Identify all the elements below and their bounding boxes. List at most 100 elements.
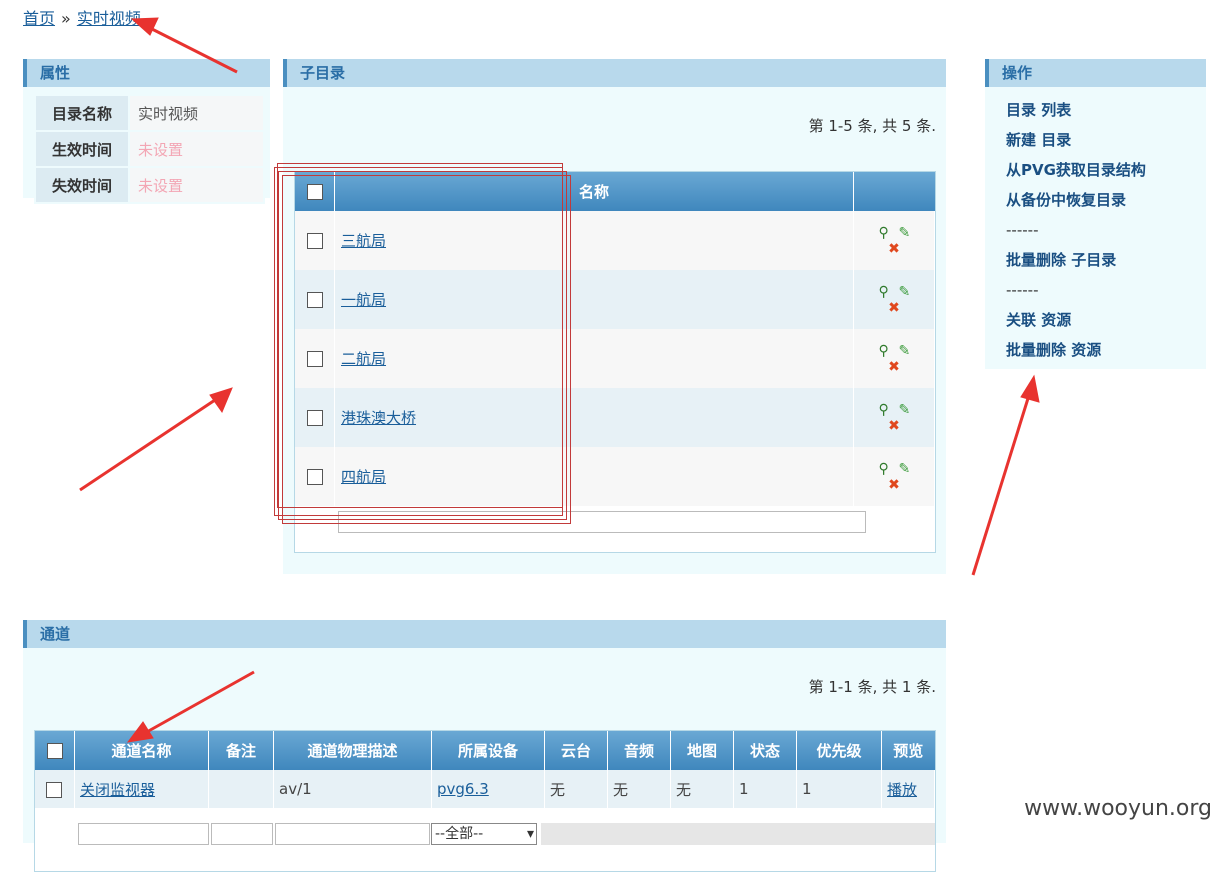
channel-name-link[interactable]: 关闭监视器 xyxy=(80,781,155,799)
column-header[interactable]: 所属设备 xyxy=(431,731,545,770)
properties-title: 属性 xyxy=(23,59,270,87)
edit-icon[interactable]: ✎ xyxy=(896,402,912,418)
property-row: 生效时间 未设置 xyxy=(34,130,265,168)
property-value: 未设置 xyxy=(128,130,265,168)
select-all-header xyxy=(295,172,335,211)
column-header[interactable]: 状态 xyxy=(733,731,797,770)
column-header[interactable]: 通道物理描述 xyxy=(273,731,432,770)
delete-icon[interactable]: ✖ xyxy=(886,477,902,493)
channel-status: 1 xyxy=(733,770,797,808)
column-header[interactable]: 预览 xyxy=(881,731,935,770)
row-checkbox[interactable] xyxy=(306,410,323,426)
table-row: 二航局 ⚲ ✎ ✖ xyxy=(295,329,935,388)
subdirectory-link[interactable]: 三航局 xyxy=(341,232,386,250)
delete-icon[interactable]: ✖ xyxy=(886,300,902,316)
channel-map: 无 xyxy=(670,770,734,808)
view-icon[interactable]: ⚲ xyxy=(876,402,892,418)
channel-priority: 1 xyxy=(796,770,882,808)
channel-title: 通道 xyxy=(23,620,946,648)
view-icon[interactable]: ⚲ xyxy=(876,461,892,477)
channel-remark xyxy=(208,770,274,808)
property-key: 目录名称 xyxy=(34,94,130,132)
properties-table: 目录名称 实时视频 生效时间 未设置 失效时间 未设置 xyxy=(34,94,265,204)
select-all-checkbox[interactable] xyxy=(306,184,323,200)
channel-play-link[interactable]: 播放 xyxy=(887,781,917,799)
table-row: 关闭监视器 av/1 pvg6.3 无 无 无 1 1 播放 xyxy=(35,770,935,808)
breadcrumb-home-link[interactable]: 首页 xyxy=(23,9,55,28)
breadcrumb-current-link[interactable]: 实时视频 xyxy=(77,9,141,28)
channel-name-filter[interactable] xyxy=(78,823,209,845)
op-new-directory[interactable]: 新建 目录 xyxy=(1006,125,1206,155)
channel-grid: 通道名称 备注 通道物理描述 所属设备 云台 音频 地图 状态 优先级 预览 关… xyxy=(34,730,936,872)
operations-panel: 操作 目录 列表 新建 目录 从PVG获取目录结构 从备份中恢复目录 -----… xyxy=(985,59,1206,369)
column-header[interactable]: 通道名称 xyxy=(74,731,209,770)
breadcrumb: 首页 » 实时视频 xyxy=(23,5,141,29)
delete-icon[interactable]: ✖ xyxy=(886,359,902,375)
column-header[interactable]: 音频 xyxy=(607,731,671,770)
property-value: 未设置 xyxy=(128,166,265,204)
watermark: www.wooyun.org xyxy=(1024,796,1212,821)
row-checkbox[interactable] xyxy=(306,351,323,367)
actions-column-header xyxy=(853,172,935,211)
edit-icon[interactable]: ✎ xyxy=(896,461,912,477)
subdirectory-panel: 子目录 第 1-5 条, 共 5 条. 名称 三航局 ⚲ ✎ ✖ 一航局 ⚲ ✎ ✖ xyxy=(274,59,946,574)
subdirectory-link[interactable]: 四航局 xyxy=(341,468,386,486)
subdirectory-link[interactable]: 二航局 xyxy=(341,350,386,368)
property-key: 失效时间 xyxy=(34,166,130,204)
physical-desc-filter[interactable] xyxy=(275,823,430,845)
subdirectory-pager: 第 1-5 条, 共 5 条. xyxy=(808,117,936,135)
name-column-header[interactable]: 名称 xyxy=(334,172,854,211)
edit-icon[interactable]: ✎ xyxy=(896,225,912,241)
column-header[interactable]: 优先级 xyxy=(796,731,882,770)
channel-device-link[interactable]: pvg6.3 xyxy=(437,780,489,798)
op-restore-from-backup[interactable]: 从备份中恢复目录 xyxy=(1006,185,1206,215)
subdirectory-grid: 名称 三航局 ⚲ ✎ ✖ 一航局 ⚲ ✎ ✖ 二航局 ⚲ ✎ ✖ 港珠澳大桥 ⚲… xyxy=(294,171,936,553)
property-key: 生效时间 xyxy=(34,130,130,168)
op-fetch-pvg-structure[interactable]: 从PVG获取目录结构 xyxy=(1006,155,1206,185)
channel-ptz: 无 xyxy=(544,770,608,808)
edit-icon[interactable]: ✎ xyxy=(896,343,912,359)
channel-physical-desc: av/1 xyxy=(273,770,432,808)
column-header[interactable]: 地图 xyxy=(670,731,734,770)
row-checkbox[interactable] xyxy=(306,292,323,308)
op-batch-delete-subdir[interactable]: 批量删除 子目录 xyxy=(1006,245,1206,275)
delete-icon[interactable]: ✖ xyxy=(886,418,902,434)
row-checkbox[interactable] xyxy=(306,233,323,249)
subdirectory-title: 子目录 xyxy=(283,59,946,87)
operations-title: 操作 xyxy=(985,59,1206,87)
table-row: 港珠澳大桥 ⚲ ✎ ✖ xyxy=(295,388,935,447)
row-checkbox[interactable] xyxy=(306,469,323,485)
subdirectory-link[interactable]: 一航局 xyxy=(341,291,386,309)
table-row: 一航局 ⚲ ✎ ✖ xyxy=(295,270,935,329)
select-all-checkbox[interactable] xyxy=(46,743,63,759)
channel-pager: 第 1-1 条, 共 1 条. xyxy=(808,678,936,696)
op-batch-delete-resource[interactable]: 批量删除 资源 xyxy=(1006,335,1206,365)
property-row: 目录名称 实时视频 xyxy=(34,94,265,132)
edit-icon[interactable]: ✎ xyxy=(896,284,912,300)
view-icon[interactable]: ⚲ xyxy=(876,284,892,300)
chevron-down-icon: ▾ xyxy=(526,826,534,842)
properties-panel: 属性 目录名称 实时视频 生效时间 未设置 失效时间 未设置 xyxy=(23,59,270,204)
remark-filter[interactable] xyxy=(211,823,273,845)
op-divider: ------ xyxy=(1006,221,1039,239)
device-filter-select[interactable]: --全部-- ▾ xyxy=(431,823,537,845)
filter-row-disabled xyxy=(541,823,935,845)
op-divider: ------ xyxy=(1006,281,1039,299)
column-header[interactable]: 备注 xyxy=(208,731,274,770)
table-row: 三航局 ⚲ ✎ ✖ xyxy=(295,211,935,270)
column-header[interactable]: 云台 xyxy=(544,731,608,770)
property-row: 失效时间 未设置 xyxy=(34,166,265,204)
view-icon[interactable]: ⚲ xyxy=(876,225,892,241)
channel-panel: 通道 第 1-1 条, 共 1 条. 通道名称 备注 通道物理描述 所属设备 云… xyxy=(23,620,946,872)
op-directory-list[interactable]: 目录 列表 xyxy=(1006,95,1206,125)
table-row: 四航局 ⚲ ✎ ✖ xyxy=(295,447,935,506)
name-filter-input[interactable] xyxy=(338,511,866,533)
row-checkbox[interactable] xyxy=(46,781,62,798)
breadcrumb-separator: » xyxy=(61,9,71,28)
view-icon[interactable]: ⚲ xyxy=(876,343,892,359)
channel-audio: 无 xyxy=(607,770,671,808)
property-value: 实时视频 xyxy=(128,94,265,132)
subdirectory-link[interactable]: 港珠澳大桥 xyxy=(341,409,416,427)
delete-icon[interactable]: ✖ xyxy=(886,241,902,257)
op-link-resource[interactable]: 关联 资源 xyxy=(1006,305,1206,335)
